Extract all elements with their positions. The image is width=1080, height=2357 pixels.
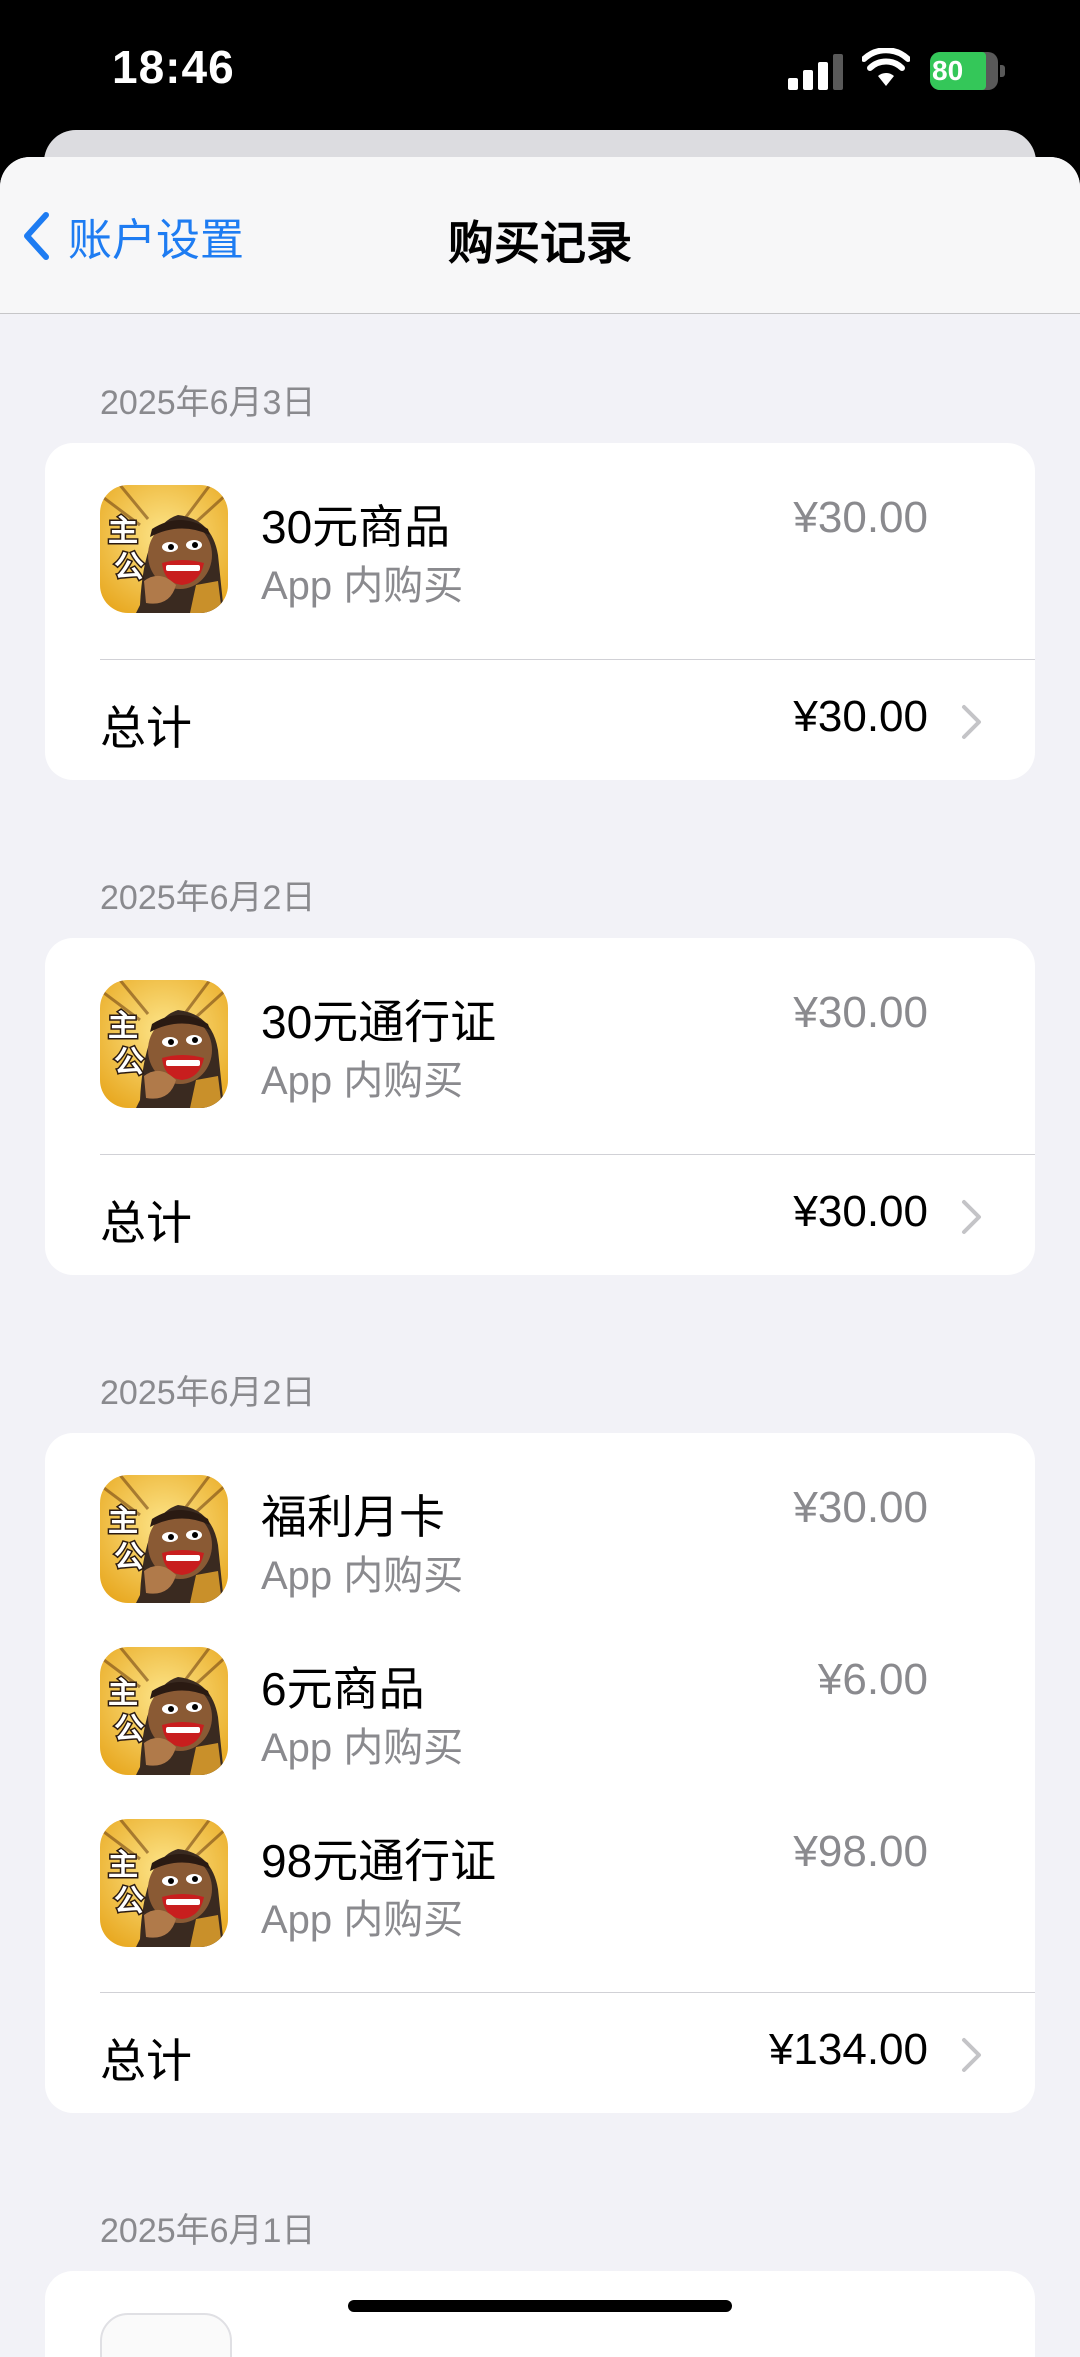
- total-value: ¥30.00: [793, 1187, 928, 1236]
- total-label: 总计: [100, 1197, 192, 1249]
- battery-level: 80: [932, 55, 964, 86]
- chevron-right-icon: [962, 705, 981, 739]
- purchase-group: 主 公 福利月卡 App 内购买 ¥30.00 主 公 6元商品 App 内购买…: [45, 1433, 1035, 2113]
- app-icon: 主 公: [100, 980, 228, 1108]
- purchase-item[interactable]: 主 公 6元商品 App 内购买 ¥6.00: [45, 1605, 1035, 1777]
- chevron-right-icon: [962, 1200, 981, 1234]
- item-subtitle: App 内购买: [261, 1898, 464, 1942]
- item-price: ¥30.00: [793, 988, 928, 1037]
- wifi-icon: [861, 47, 911, 88]
- purchase-item[interactable]: 主 公 福利月卡 App 内购买 ¥30.00: [45, 1433, 1035, 1605]
- total-row[interactable]: 总计 ¥134.00: [45, 1993, 1035, 2113]
- app-icon: 主 公: [100, 1475, 228, 1603]
- item-subtitle: App 内购买: [261, 1554, 464, 1598]
- page-title: 购买记录: [448, 217, 632, 269]
- purchase-group: 主 公 30元通行证 App 内购买 ¥30.00 总计 ¥30.00: [45, 938, 1035, 1275]
- svg-text:主: 主: [108, 514, 138, 549]
- item-subtitle: App 内购买: [261, 564, 464, 608]
- app-icon: [100, 2313, 232, 2357]
- item-price: ¥98.00: [793, 1827, 928, 1876]
- item-name: 30元商品: [261, 501, 451, 553]
- status-bar: 18:46 80: [0, 0, 1080, 140]
- svg-text:主: 主: [108, 1676, 138, 1711]
- app-icon: 主 公: [100, 1819, 228, 1947]
- svg-text:公: 公: [114, 1540, 144, 1575]
- item-name: 福利月卡: [261, 1491, 445, 1543]
- item-subtitle: App 内购买: [261, 1059, 464, 1103]
- item-price: ¥30.00: [793, 1483, 928, 1532]
- svg-text:公: 公: [114, 1884, 144, 1919]
- date-header: 2025年6月3日: [100, 384, 316, 422]
- svg-text:公: 公: [114, 1712, 144, 1747]
- cellular-signal-icon: [788, 52, 844, 90]
- purchase-history-sheet: 账户设置 购买记录 2025年6月3日 主 公 30元商品 App 内购买 ¥3…: [0, 157, 1080, 2357]
- date-header: 2025年6月2日: [100, 879, 316, 917]
- app-icon: 主 公: [100, 1647, 228, 1775]
- item-subtitle: App 内购买: [261, 1726, 464, 1770]
- purchase-item[interactable]: 主 公 98元通行证 App 内购买 ¥98.00: [45, 1777, 1035, 1949]
- svg-text:公: 公: [114, 550, 144, 585]
- purchase-item[interactable]: 主 公 30元通行证 App 内购买 ¥30.00: [45, 938, 1035, 1110]
- item-name: 6元商品: [261, 1663, 425, 1715]
- total-value: ¥30.00: [793, 692, 928, 741]
- item-name: 98元通行证: [261, 1835, 497, 1887]
- purchase-group: 主 公 30元商品 App 内购买 ¥30.00 总计 ¥30.00: [45, 443, 1035, 780]
- total-row[interactable]: 总计 ¥30.00: [45, 660, 1035, 780]
- svg-text:主: 主: [108, 1009, 138, 1044]
- item-name: 30元通行证: [261, 996, 497, 1048]
- svg-text:主: 主: [108, 1504, 138, 1539]
- svg-text:公: 公: [114, 1045, 144, 1080]
- status-time: 18:46: [112, 41, 235, 93]
- date-header: 2025年6月1日: [100, 2212, 316, 2250]
- navigation-bar: 账户设置 购买记录: [0, 157, 1080, 314]
- app-icon: 主 公: [100, 485, 228, 613]
- total-value: ¥134.00: [768, 2025, 928, 2074]
- svg-text:主: 主: [108, 1848, 138, 1883]
- battery-icon: 80: [930, 52, 1006, 90]
- total-label: 总计: [100, 702, 192, 754]
- home-indicator: [348, 2300, 732, 2312]
- purchase-item[interactable]: 主 公 30元商品 App 内购买 ¥30.00: [45, 443, 1035, 615]
- total-label: 总计: [100, 2035, 192, 2087]
- item-price: ¥6.00: [817, 1655, 928, 1704]
- purchase-group: [45, 2271, 1035, 2357]
- chevron-right-icon: [962, 2038, 981, 2072]
- item-price: ¥30.00: [793, 493, 928, 542]
- date-header: 2025年6月2日: [100, 1374, 316, 1412]
- total-row[interactable]: 总计 ¥30.00: [45, 1155, 1035, 1275]
